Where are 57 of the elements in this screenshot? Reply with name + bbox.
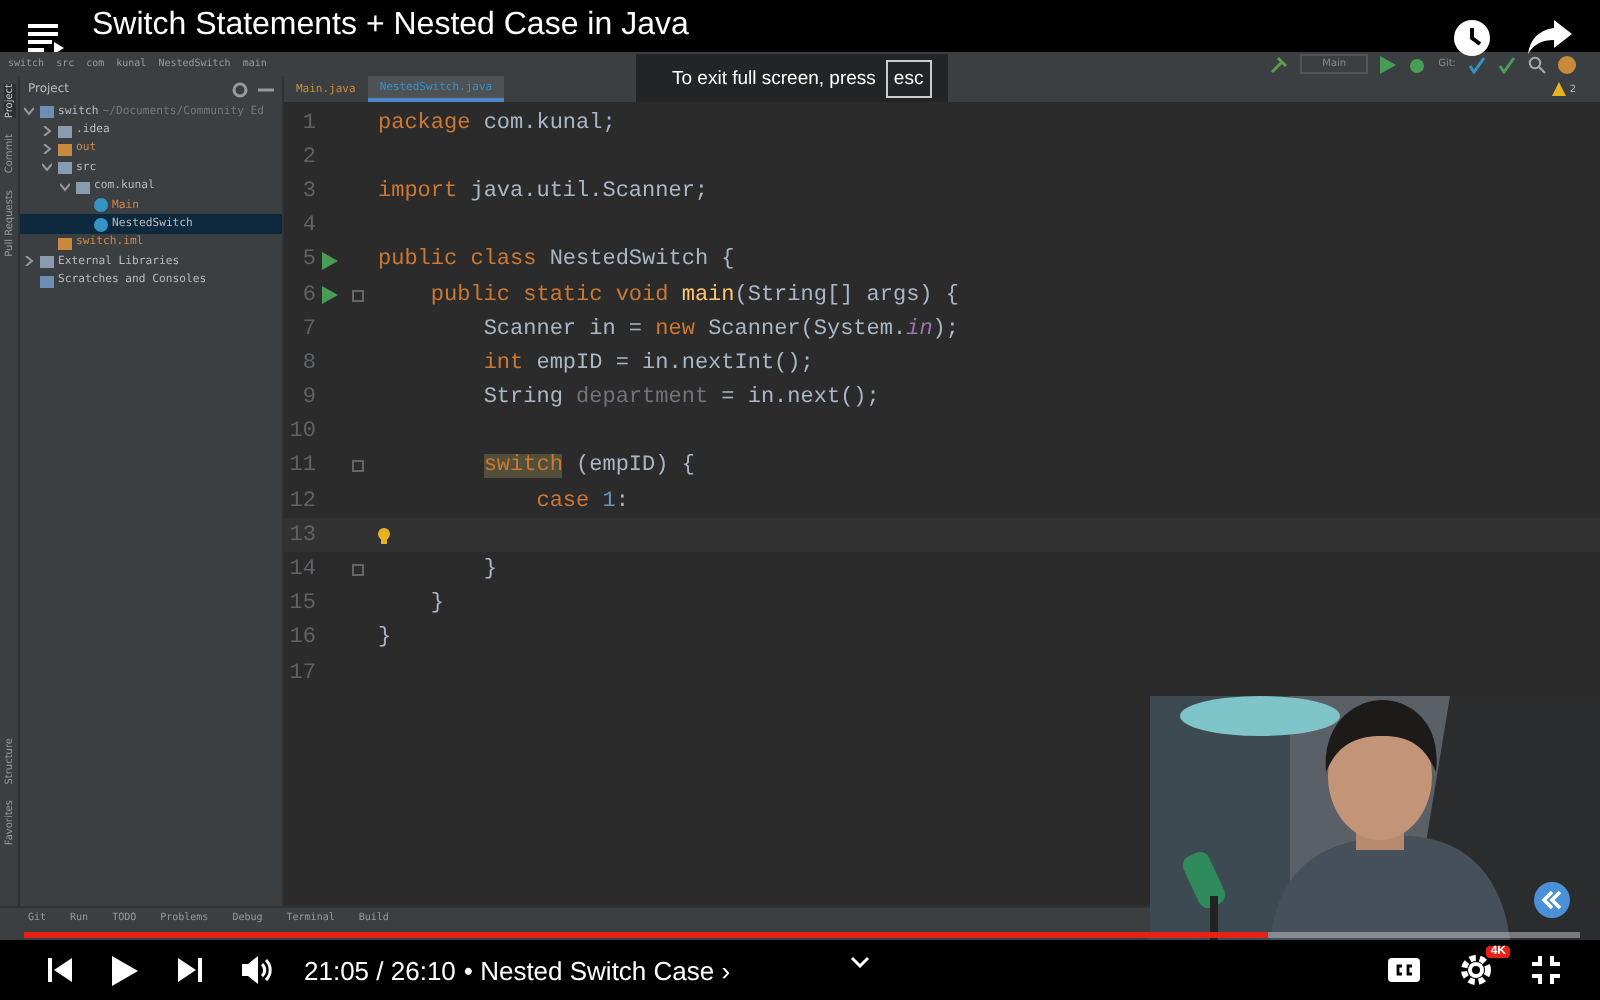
play-icon[interactable]	[112, 955, 138, 985]
exit-fullscreen-icon[interactable]	[1532, 956, 1560, 984]
line-number: 6	[300, 283, 316, 308]
run-icon[interactable]	[322, 286, 338, 305]
line-number: 5	[300, 248, 316, 273]
fold-icon[interactable]	[352, 289, 364, 302]
line-number: 14	[287, 558, 316, 583]
captions-icon[interactable]	[1388, 958, 1420, 982]
next-icon[interactable]	[178, 958, 202, 982]
line-number: 9	[300, 386, 316, 411]
code-line: import java.util.Scanner;	[378, 179, 709, 204]
run-icon[interactable]	[1380, 55, 1397, 73]
line-number: 7	[300, 317, 316, 342]
line-number: 10	[287, 420, 316, 445]
line-number: 8	[300, 351, 316, 376]
line-number: 12	[287, 489, 316, 514]
code-line: }	[378, 626, 392, 651]
fold-icon[interactable]	[352, 564, 364, 577]
volume-icon[interactable]	[242, 956, 272, 984]
hammer-icon[interactable]	[1270, 55, 1289, 73]
line-number: 2	[300, 145, 316, 170]
chapter-link[interactable]: • Nested Switch Case ›	[463, 955, 731, 985]
code-line: switch (empID) {	[481, 454, 695, 479]
code-line: }	[481, 558, 497, 583]
file-icon	[58, 235, 72, 250]
code-line: String department = in.next();	[481, 386, 880, 411]
video-title: Switch Statements + Nested Case in Java	[92, 8, 689, 44]
code-line: }	[428, 592, 445, 617]
notice-text: To exit full screen, press	[672, 67, 876, 89]
run-icon[interactable]	[322, 251, 338, 270]
playlist-icon[interactable]	[28, 24, 64, 52]
code-line: case 1:	[534, 489, 629, 514]
share-icon[interactable]	[1528, 20, 1572, 56]
settings-icon[interactable]	[1460, 954, 1492, 986]
code-line: Scanner in = new Scanner(System.in);	[481, 317, 959, 342]
code-line: public static void main(String[] args) {	[428, 283, 959, 308]
warning-icon[interactable]	[1551, 82, 1566, 96]
line-number: 4	[300, 214, 316, 239]
line-number: 17	[287, 661, 316, 686]
line-number: 15	[287, 592, 316, 617]
chevron-right-icon[interactable]	[24, 256, 34, 267]
code-line: public class NestedSwitch {	[378, 248, 735, 273]
line-number: 11	[287, 454, 316, 479]
line-number: 3	[300, 179, 316, 204]
fold-icon[interactable]	[352, 460, 364, 473]
esc-key: esc	[885, 59, 932, 97]
code-line: package com.kunal;	[378, 111, 616, 136]
previous-icon[interactable]	[48, 958, 72, 982]
lightbulb-icon[interactable]	[378, 527, 390, 544]
line-number: 16	[287, 626, 316, 651]
clock-icon[interactable]	[1452, 18, 1492, 58]
search-icon[interactable]	[1528, 55, 1546, 73]
time-display: 21:05 / 26:10	[304, 955, 456, 985]
code-line: int empID = in.nextInt();	[481, 351, 814, 376]
avatar-icon[interactable]	[1558, 55, 1576, 73]
rewind-badge-icon[interactable]	[1534, 882, 1570, 918]
line-number: 1	[300, 111, 316, 136]
